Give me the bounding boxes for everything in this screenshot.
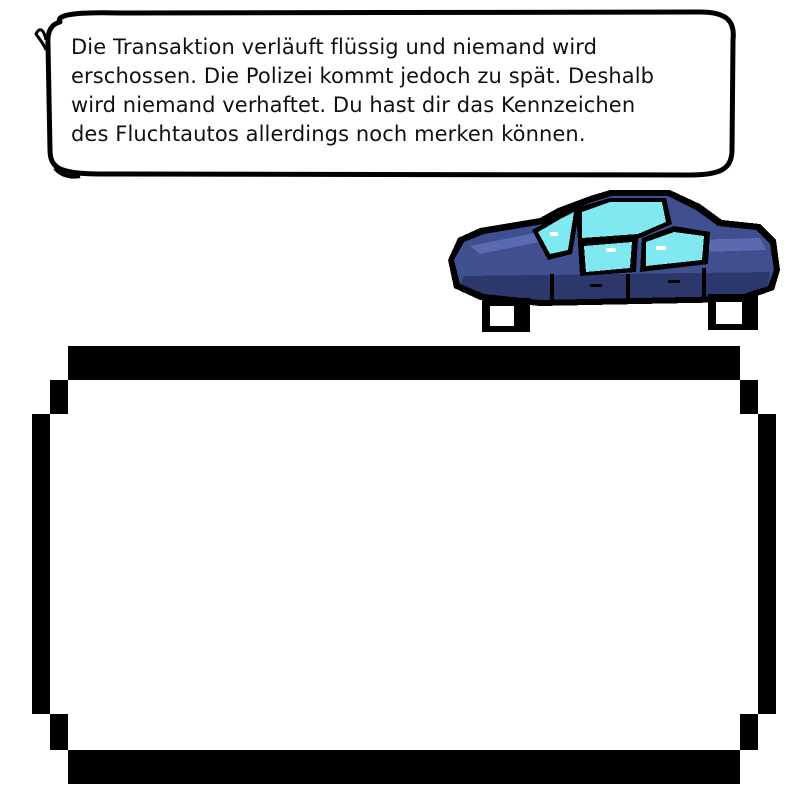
getaway-car-sprite	[448, 190, 780, 332]
choice-panel-content	[60, 395, 750, 735]
game-scene: Die Transaktion verläuft flüssig und nie…	[0, 0, 800, 800]
story-text: Die Transaktion verläuft flüssig und nie…	[71, 35, 655, 146]
